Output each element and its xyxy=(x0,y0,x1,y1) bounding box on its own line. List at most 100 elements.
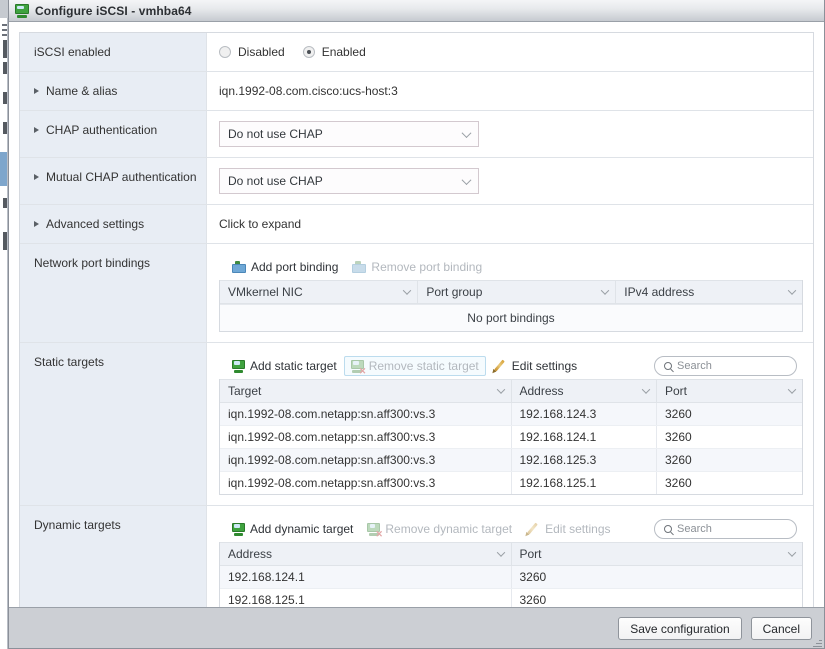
label-name-alias[interactable]: Name & alias xyxy=(20,72,207,110)
add-static-target-icon xyxy=(232,360,245,373)
cancel-button[interactable]: Cancel xyxy=(751,617,812,640)
dynamic-targets-panel: Address Port 192.168.124.1 3260 192.168.… xyxy=(219,542,803,607)
add-port-binding-button[interactable]: Add port binding xyxy=(225,257,345,277)
chevron-down-icon xyxy=(462,128,472,138)
edit-static-target-settings-button[interactable]: Edit settings xyxy=(486,356,584,376)
table-header-row: Target Address Port xyxy=(220,380,802,403)
label-dynamic-targets: Dynamic targets xyxy=(20,506,207,607)
static-targets-search-input[interactable]: Search xyxy=(654,356,797,376)
table-row[interactable]: iqn.1992-08.com.netapp:sn.aff300:vs.3 19… xyxy=(220,403,802,426)
add-dynamic-target-icon xyxy=(232,523,245,536)
radio-enabled[interactable]: Enabled xyxy=(303,45,366,59)
mutual-chap-select-value: Do not use CHAP xyxy=(228,174,323,188)
label-iscsi-enabled: iSCSI enabled xyxy=(20,33,207,71)
cell-address: 192.168.125.3 xyxy=(511,449,657,472)
row-iscsi-enabled: iSCSI enabled Disabled Enabled xyxy=(20,33,813,72)
chevron-down-icon xyxy=(403,286,411,294)
chevron-down-icon xyxy=(788,548,796,556)
expand-caret-icon xyxy=(34,221,39,227)
label-name-alias-text: Name & alias xyxy=(46,84,117,98)
cell-target: iqn.1992-08.com.netapp:sn.aff300:vs.3 xyxy=(220,472,511,495)
value-advanced-settings[interactable]: Click to expand xyxy=(207,205,813,243)
save-configuration-button[interactable]: Save configuration xyxy=(618,617,741,640)
iscsi-adapter-icon xyxy=(15,4,29,18)
chap-select-value: Do not use CHAP xyxy=(228,127,323,141)
radio-disabled[interactable]: Disabled xyxy=(219,45,285,59)
column-address[interactable]: Address xyxy=(511,380,657,403)
column-target[interactable]: Target xyxy=(220,380,511,403)
port-bindings-panel: VMkernel NIC Port group IPv4 address No … xyxy=(219,280,803,332)
dynamic-targets-table: Address Port 192.168.124.1 3260 192.168.… xyxy=(220,542,802,607)
dialog-title: Configure iSCSI - vmhba64 xyxy=(35,4,192,18)
label-mutual-chap[interactable]: Mutual CHAP authentication xyxy=(20,158,207,204)
pencil-icon xyxy=(526,522,540,536)
iqn-name-text: iqn.1992-08.com.cisco:ucs-host:3 xyxy=(219,82,803,98)
remove-static-target-label: Remove static target xyxy=(369,359,479,373)
radio-enabled-dot xyxy=(303,46,315,58)
table-row[interactable]: 192.168.124.1 3260 xyxy=(220,566,802,589)
table-row[interactable]: iqn.1992-08.com.netapp:sn.aff300:vs.3 19… xyxy=(220,449,802,472)
cell-target: iqn.1992-08.com.netapp:sn.aff300:vs.3 xyxy=(220,426,511,449)
table-row[interactable]: 192.168.125.1 3260 xyxy=(220,589,802,608)
expand-caret-icon xyxy=(34,127,39,133)
add-static-target-button[interactable]: Add static target xyxy=(225,356,344,376)
configure-iscsi-dialog: Configure iSCSI - vmhba64 iSCSI enabled … xyxy=(8,0,825,649)
iscsi-settings-form: iSCSI enabled Disabled Enabled xyxy=(19,32,814,607)
dynamic-targets-tbody: 192.168.124.1 3260 192.168.125.1 3260 19… xyxy=(220,566,802,608)
chevron-down-icon xyxy=(496,548,504,556)
cell-address: 192.168.125.1 xyxy=(220,589,511,608)
cell-port: 3260 xyxy=(511,589,802,608)
column-vmkernel-nic[interactable]: VMkernel NIC xyxy=(220,281,418,304)
remove-dynamic-target-button: ✕ Remove dynamic target xyxy=(360,519,519,539)
cell-address: 192.168.125.1 xyxy=(511,472,657,495)
value-port-bindings: Add port binding ✕ Remove port binding xyxy=(207,244,813,342)
value-chap: Do not use CHAP xyxy=(207,111,813,157)
column-port-group[interactable]: Port group xyxy=(418,281,616,304)
advanced-expand-text: Click to expand xyxy=(219,215,803,231)
mutual-chap-select[interactable]: Do not use CHAP xyxy=(219,168,479,194)
cell-port: 3260 xyxy=(657,472,803,495)
cell-address: 192.168.124.3 xyxy=(511,403,657,426)
table-row[interactable]: iqn.1992-08.com.netapp:sn.aff300:vs.3 19… xyxy=(220,426,802,449)
add-dynamic-target-button[interactable]: Add dynamic target xyxy=(225,519,360,539)
cell-address: 192.168.124.1 xyxy=(511,426,657,449)
port-bindings-toolbar: Add port binding ✕ Remove port binding xyxy=(219,254,803,280)
label-static-targets: Static targets xyxy=(20,343,207,505)
label-advanced-settings[interactable]: Advanced settings xyxy=(20,205,207,243)
cell-port: 3260 xyxy=(657,403,803,426)
remove-static-target-button: ✕ Remove static target xyxy=(344,356,486,376)
row-mutual-chap: Mutual CHAP authentication Do not use CH… xyxy=(20,158,813,205)
resize-grip[interactable] xyxy=(813,638,822,647)
dynamic-targets-search-input[interactable]: Search xyxy=(654,519,797,539)
edit-dynamic-target-settings-label: Edit settings xyxy=(545,522,610,536)
dialog-titlebar[interactable]: Configure iSCSI - vmhba64 xyxy=(9,0,824,22)
pencil-icon xyxy=(493,359,507,373)
static-targets-toolbar: Add static target ✕ Remove static target… xyxy=(219,353,803,379)
chevron-down-icon xyxy=(496,385,504,393)
column-port[interactable]: Port xyxy=(511,543,802,566)
remove-dynamic-target-label: Remove dynamic target xyxy=(385,522,512,536)
chevron-down-icon xyxy=(462,175,472,185)
column-address[interactable]: Address xyxy=(220,543,511,566)
add-static-target-label: Add static target xyxy=(250,359,337,373)
row-port-bindings: Network port bindings Add port binding ✕ xyxy=(20,244,813,343)
value-mutual-chap: Do not use CHAP xyxy=(207,158,813,204)
table-row[interactable]: iqn.1992-08.com.netapp:sn.aff300:vs.3 19… xyxy=(220,472,802,495)
table-header-row: Address Port xyxy=(220,543,802,566)
cell-target: iqn.1992-08.com.netapp:sn.aff300:vs.3 xyxy=(220,449,511,472)
static-targets-tbody: iqn.1992-08.com.netapp:sn.aff300:vs.3 19… xyxy=(220,403,802,495)
column-ipv4-address[interactable]: IPv4 address xyxy=(616,281,802,304)
dialog-footer: Save configuration Cancel xyxy=(9,607,824,648)
label-chap[interactable]: CHAP authentication xyxy=(20,111,207,157)
label-chap-text: CHAP authentication xyxy=(46,123,157,137)
cell-address: 192.168.124.1 xyxy=(220,566,511,589)
chap-select[interactable]: Do not use CHAP xyxy=(219,121,479,147)
cell-port: 3260 xyxy=(657,426,803,449)
row-chap: CHAP authentication Do not use CHAP xyxy=(20,111,813,158)
chevron-down-icon xyxy=(788,385,796,393)
column-port[interactable]: Port xyxy=(657,380,803,403)
edit-dynamic-target-settings-button: Edit settings xyxy=(519,519,617,539)
chevron-down-icon xyxy=(788,286,796,294)
value-dynamic-targets: Add dynamic target ✕ Remove dynamic targ… xyxy=(207,506,813,607)
expand-caret-icon xyxy=(34,88,39,94)
